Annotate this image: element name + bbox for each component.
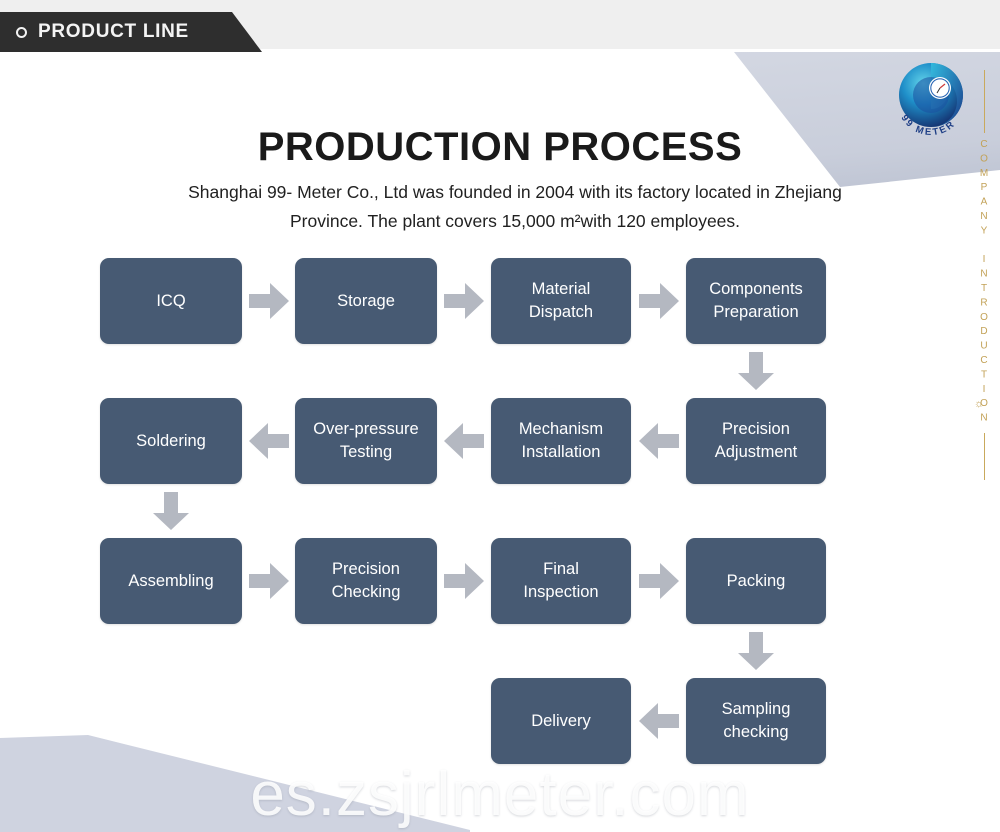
process-node-label: Mechanism Installation bbox=[518, 420, 604, 461]
arrow-material-to-components bbox=[639, 283, 679, 319]
process-node-components[interactable]: Components Preparation bbox=[686, 258, 826, 344]
process-node-label: ICQ bbox=[156, 291, 186, 310]
process-node-label: Delivery bbox=[531, 711, 591, 730]
process-node-label: Sampling checking bbox=[721, 700, 791, 741]
process-node-precision-adj[interactable]: Precision Adjustment bbox=[686, 398, 826, 484]
process-node-label: Assembling bbox=[128, 571, 214, 590]
process-node-label: Components Preparation bbox=[709, 280, 803, 321]
process-node-label: Final Inspection bbox=[523, 560, 599, 601]
process-node-label: Precision Checking bbox=[331, 560, 401, 601]
arrow-storage-to-material bbox=[444, 283, 484, 319]
arrow-soldering-to-assembling bbox=[153, 492, 189, 530]
process-node-icq[interactable]: ICQ bbox=[100, 258, 242, 344]
arrow-icq-to-storage bbox=[249, 283, 289, 319]
production-process-flow: ICQ Storage Material Dispatch Components Prep… bbox=[0, 0, 1000, 832]
process-node-label: Precision Adjustment bbox=[714, 420, 798, 461]
process-node-overpressure[interactable]: Over-pressure Testing bbox=[295, 398, 437, 484]
arrow-mechanism-to-overpressure bbox=[444, 423, 484, 459]
arrow-precisionchk-to-final bbox=[444, 563, 484, 599]
process-node-label: Packing bbox=[726, 571, 786, 590]
process-node-precision-chk[interactable]: Precision Checking bbox=[295, 538, 437, 624]
arrow-packing-to-sampling bbox=[738, 632, 774, 670]
process-node-label: Over-pressure Testing bbox=[313, 420, 419, 461]
arrow-assembling-to-precisionchk bbox=[249, 563, 289, 599]
process-node-label: Soldering bbox=[136, 431, 206, 450]
arrow-precision-to-mechanism bbox=[639, 423, 679, 459]
process-node-packing[interactable]: Packing bbox=[686, 538, 826, 624]
process-node-delivery[interactable]: Delivery bbox=[491, 678, 631, 764]
arrow-overpressure-to-soldering bbox=[249, 423, 289, 459]
process-node-sampling[interactable]: Sampling checking bbox=[686, 678, 826, 764]
process-node-mechanism[interactable]: Mechanism Installation bbox=[491, 398, 631, 484]
process-node-storage[interactable]: Storage bbox=[295, 258, 437, 344]
process-node-material[interactable]: Material Dispatch bbox=[491, 258, 631, 344]
arrow-components-to-precision bbox=[738, 352, 774, 390]
process-node-final-insp[interactable]: Final Inspection bbox=[491, 538, 631, 624]
process-node-label: Material Dispatch bbox=[528, 280, 594, 321]
arrow-final-to-packing bbox=[639, 563, 679, 599]
process-node-assembling[interactable]: Assembling bbox=[100, 538, 242, 624]
page-root: PRODUCT LINE 99 METER COMPANY INTRODUCTI… bbox=[0, 0, 1000, 832]
arrow-sampling-to-delivery bbox=[639, 703, 679, 739]
process-node-soldering[interactable]: Soldering bbox=[100, 398, 242, 484]
process-node-label: Storage bbox=[337, 291, 395, 310]
